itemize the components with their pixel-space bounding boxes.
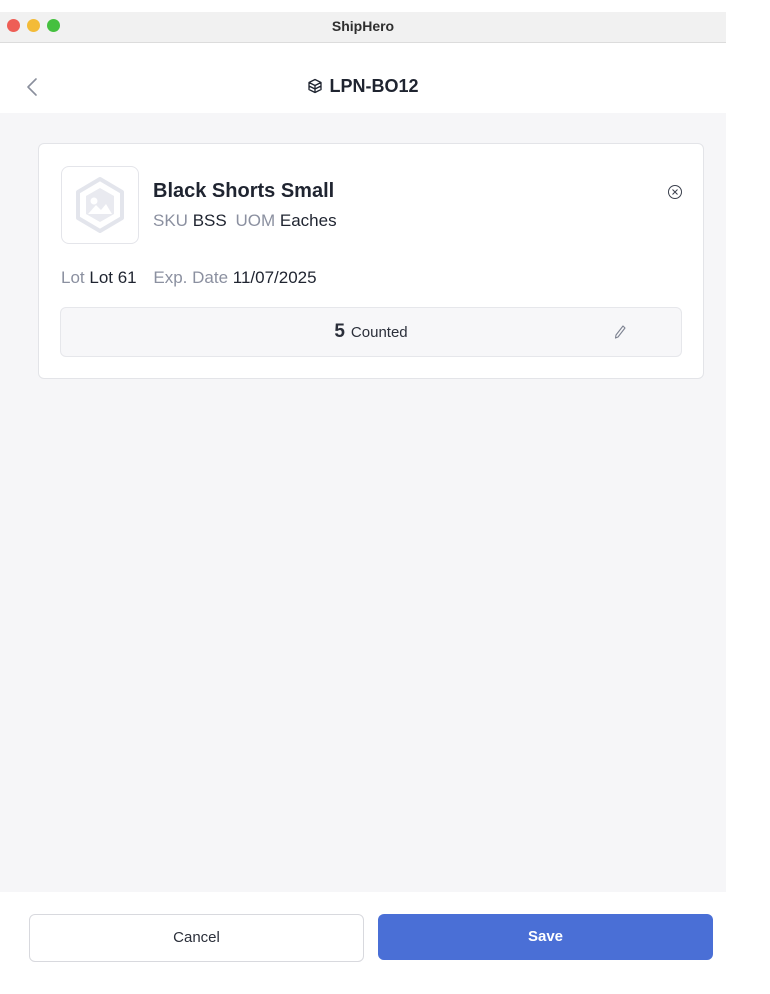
title-bar: ShipHero <box>0 12 726 43</box>
page-title: LPN-BO12 <box>0 76 726 99</box>
cancel-button[interactable]: Cancel <box>29 914 364 962</box>
uom-label: UOM <box>235 211 276 230</box>
lot-value: Lot 61 <box>89 268 137 287</box>
exp-date-label: Exp. Date <box>153 268 229 287</box>
uom-value: Eaches <box>279 211 337 230</box>
counted-quantity-field[interactable]: 5 Counted <box>60 307 682 357</box>
app-window: ShipHero LPN-BO12 Black Shorts Small SKU… <box>0 12 726 994</box>
sku-value: BSS <box>192 211 227 230</box>
sku-uom-line: SKU BSS UOM Eaches <box>153 211 337 231</box>
count-value: 5 <box>334 321 345 342</box>
lot-label: Lot <box>61 268 85 287</box>
window-title: ShipHero <box>331 18 395 34</box>
image-placeholder-icon <box>61 166 139 244</box>
product-name: Black Shorts Small <box>153 180 335 202</box>
save-button[interactable]: Save <box>378 914 713 960</box>
nav-bar: LPN-BO12 <box>0 43 726 113</box>
sku-label: SKU <box>153 211 188 230</box>
footer-bar: Cancel Save <box>0 892 726 994</box>
pencil-icon[interactable] <box>613 324 627 340</box>
close-circle-icon[interactable] <box>667 184 683 200</box>
counted-text: 5 Counted <box>61 321 681 343</box>
lot-expiry-line: Lot Lot 61 Exp. Date 11/07/2025 <box>61 268 317 288</box>
package-icon <box>307 78 323 99</box>
lpn-label: LPN-BO12 <box>329 76 419 96</box>
exp-date-value: 11/07/2025 <box>232 268 317 287</box>
item-card: Black Shorts Small SKU BSS UOM Eaches Lo… <box>38 143 704 379</box>
count-label: Counted <box>350 324 408 341</box>
main-content: Black Shorts Small SKU BSS UOM Eaches Lo… <box>0 113 726 892</box>
